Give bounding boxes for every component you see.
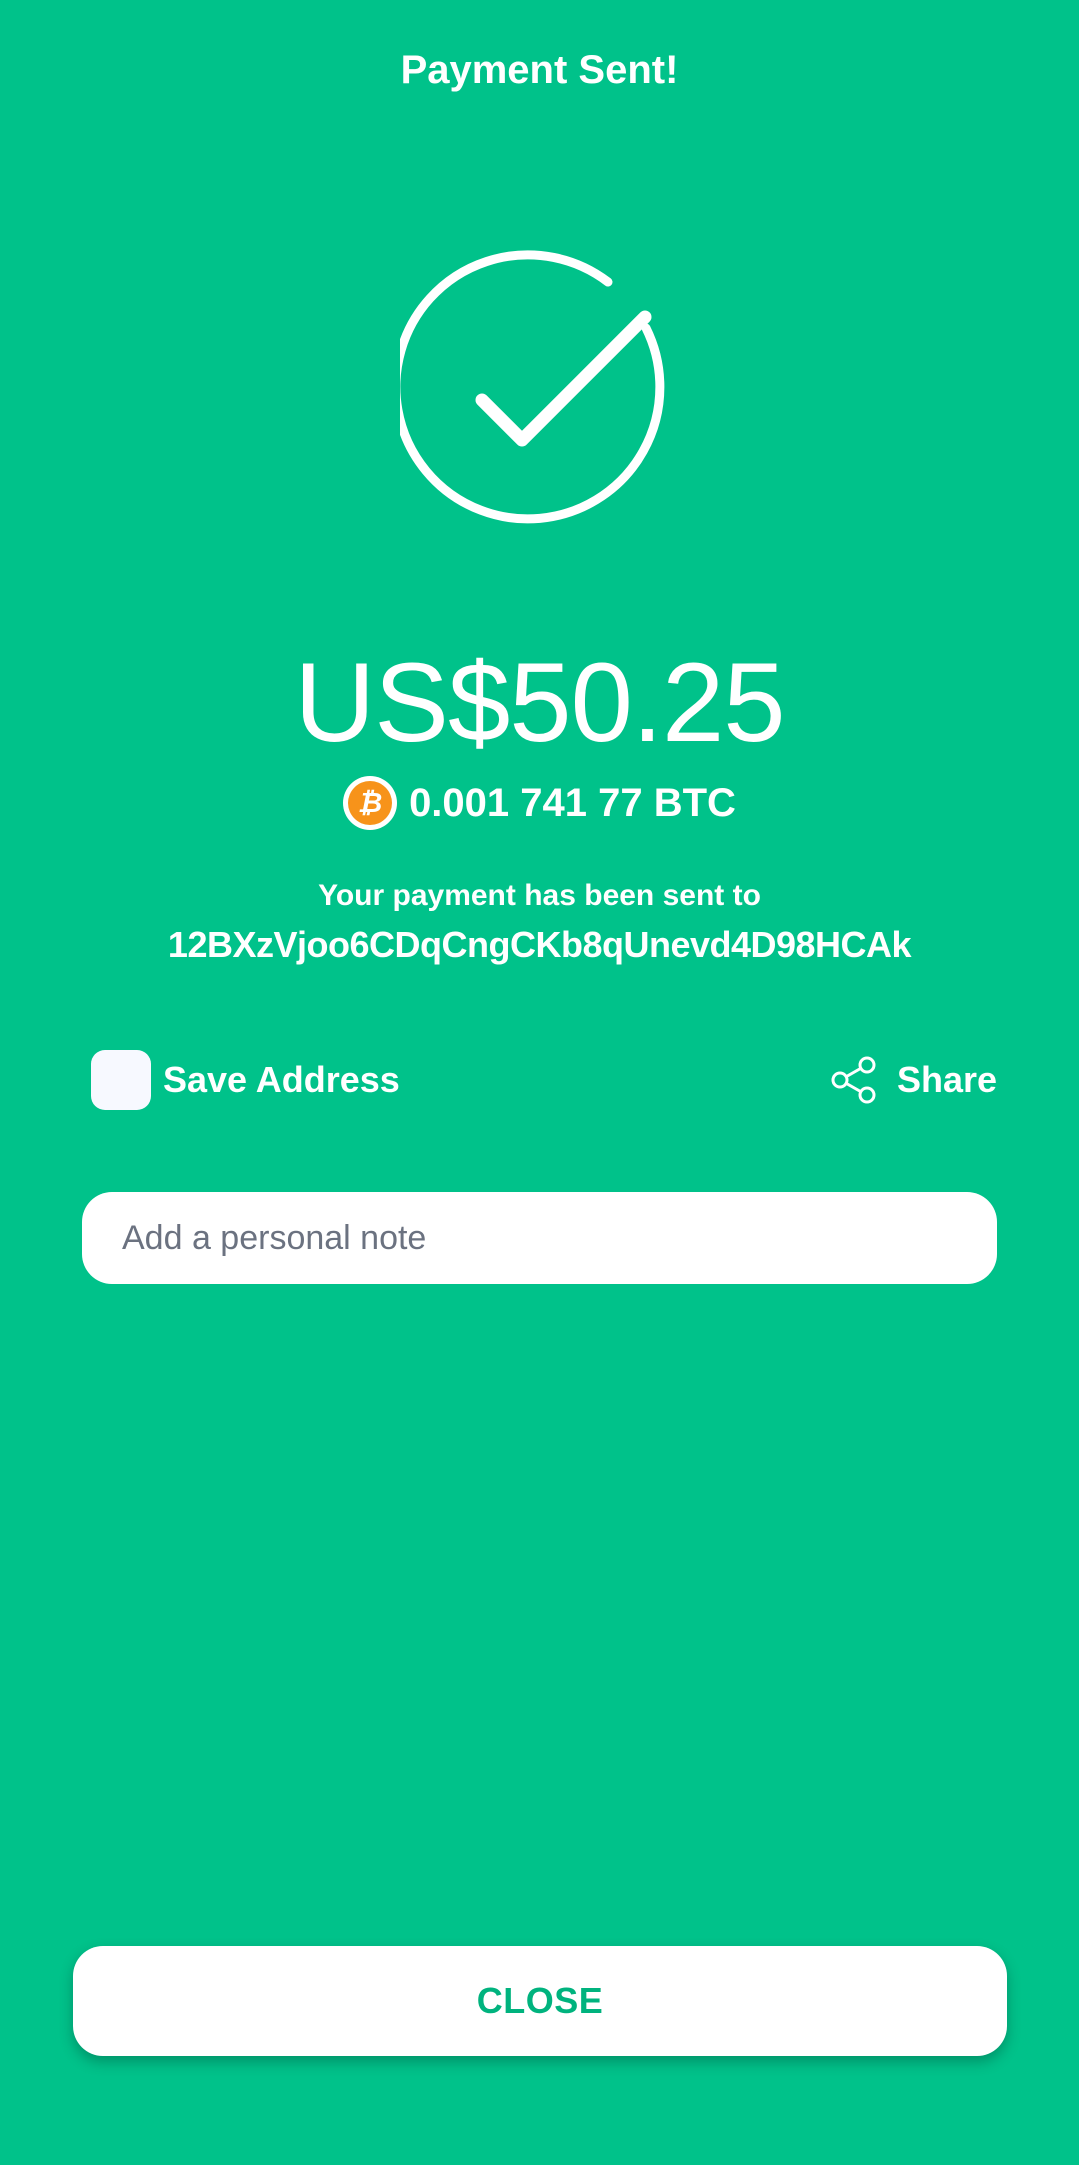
close-button[interactable]: CLOSE <box>73 1946 1007 2056</box>
btc-amount-row: ₿ 0.001 741 77 BTC <box>0 775 1079 831</box>
save-address-toggle[interactable]: Save Address <box>91 1050 400 1110</box>
check-circle-icon <box>400 250 680 530</box>
share-icon <box>829 1055 879 1105</box>
recipient-label: Your payment has been sent to <box>318 879 761 912</box>
btc-amount: 0.001 741 77 BTC <box>409 781 736 825</box>
share-label: Share <box>896 1059 997 1100</box>
save-address-label: Save Address <box>163 1059 400 1100</box>
share-button[interactable]: Share <box>829 1050 997 1110</box>
page-title: Payment Sent! <box>400 48 679 92</box>
bitcoin-symbol: ₿ <box>348 781 393 825</box>
bitcoin-icon: ₿ <box>343 776 398 830</box>
save-address-checkbox[interactable] <box>91 1050 151 1110</box>
fiat-amount: US$50.25 <box>294 640 785 765</box>
recipient-address: 12BXzVjoo6CDqCngCKb8qUnevd4D98HCAk <box>167 924 912 965</box>
personal-note-input[interactable] <box>82 1192 997 1284</box>
